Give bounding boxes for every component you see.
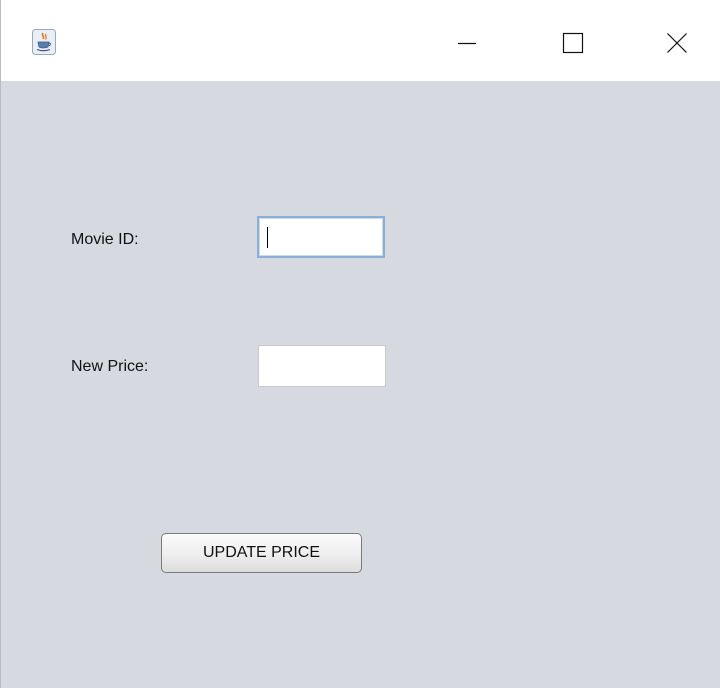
maximize-icon — [562, 32, 584, 54]
movie-id-label: Movie ID: — [71, 231, 139, 248]
java-cup-icon[interactable] — [32, 29, 56, 55]
maximize-button[interactable] — [553, 23, 593, 63]
title-bar[interactable] — [1, 0, 720, 81]
new-price-field[interactable] — [258, 345, 386, 387]
close-button[interactable] — [657, 23, 697, 63]
close-icon — [667, 33, 687, 53]
text-caret — [267, 227, 268, 248]
minimize-icon — [458, 42, 476, 45]
minimize-button[interactable] — [447, 23, 487, 63]
new-price-label: New Price: — [71, 358, 149, 375]
update-price-button[interactable]: UPDATE PRICE — [161, 533, 362, 573]
form-panel: Movie ID: New Price: UPDATE PRICE — [1, 81, 720, 688]
app-window: Movie ID: New Price: UPDATE PRICE — [0, 0, 720, 688]
movie-id-field[interactable] — [257, 216, 385, 258]
